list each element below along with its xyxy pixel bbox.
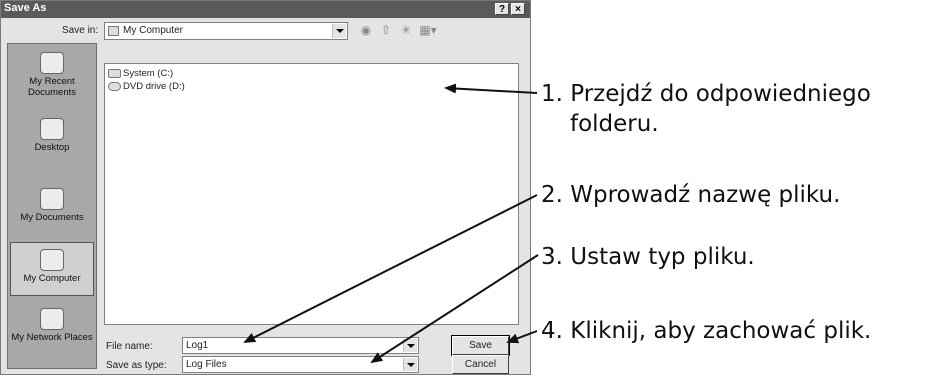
callout-2: 2. Wprowadź nazwę pliku. <box>541 182 841 208</box>
callout-1-line1: 1. Przejdź do odpowiedniego <box>541 81 871 107</box>
callout-2-arrow <box>243 194 538 343</box>
callout-1-arrow <box>444 83 538 94</box>
callout-3-arrow <box>370 254 539 364</box>
callout-4-arrow <box>506 330 538 344</box>
callout-4: 4. Kliknij, aby zachować plik. <box>541 318 872 344</box>
callout-3: 3. Ustaw typ pliku. <box>541 244 755 270</box>
callout-1: 1. Przejdź do odpowiedniego folderu. <box>541 79 871 139</box>
callout-1-line2: folderu. <box>570 111 659 137</box>
